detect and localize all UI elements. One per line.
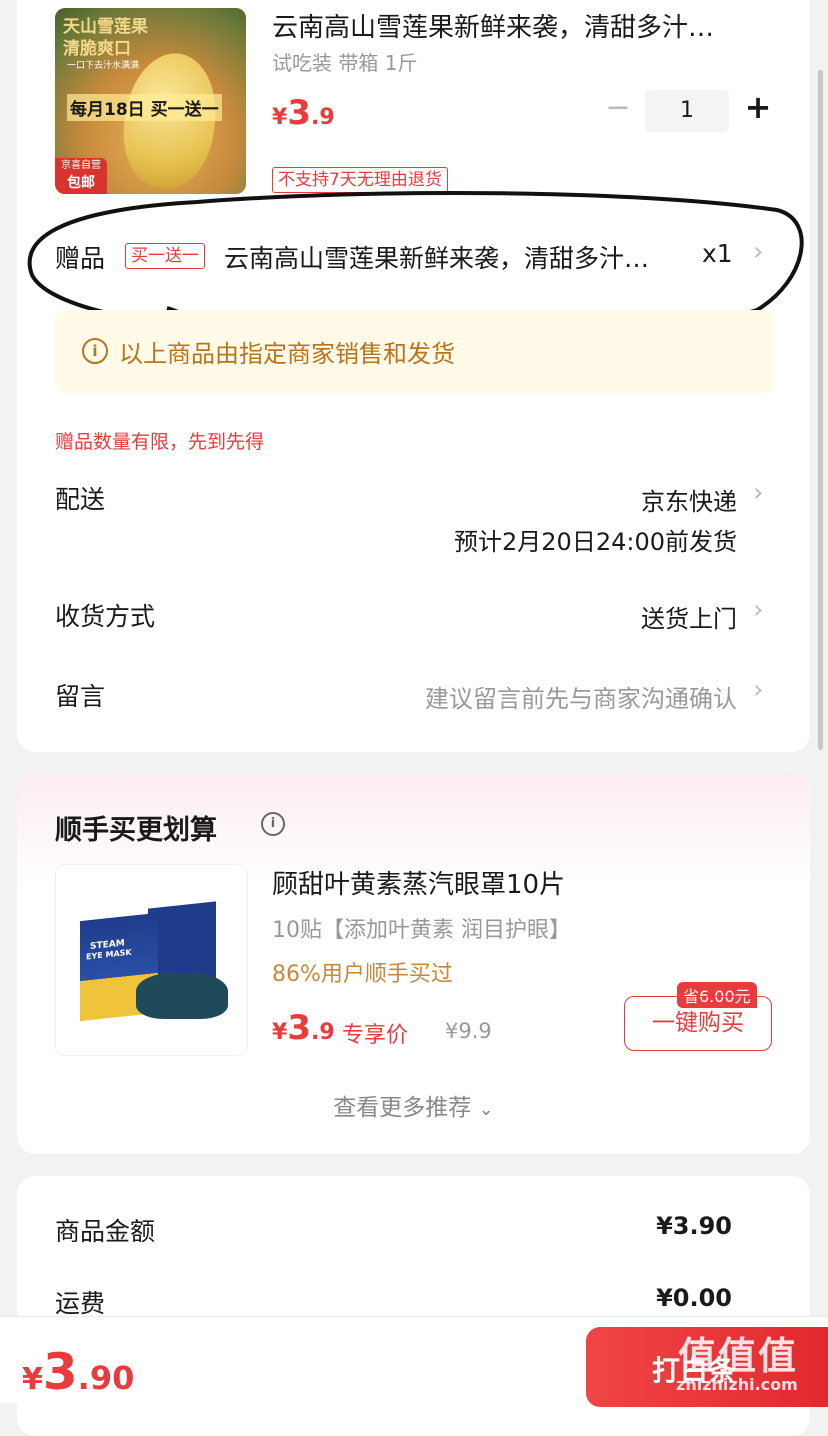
thumb-subheadline: 清脆爽口: [63, 39, 131, 59]
recommend-item-title[interactable]: 顾甜叶黄素蒸汽眼罩10片: [272, 864, 565, 901]
message-input[interactable]: 建议留言前先与商家沟通确认: [425, 679, 737, 714]
info-icon[interactable]: i: [261, 812, 285, 836]
receive-method-label: 收货方式: [55, 602, 156, 631]
recommend-original-price: ¥9.9: [445, 1019, 492, 1043]
recommend-title: 顺手买更划算: [55, 815, 217, 846]
view-more-recommend[interactable]: 查看更多推荐 ⌄: [17, 1088, 810, 1122]
delivery-label: 配送: [55, 485, 106, 514]
watermark-site: zhizhizhi.com: [676, 1375, 798, 1394]
chevron-right-icon: ›: [753, 595, 764, 625]
chevron-right-icon: ›: [753, 478, 764, 508]
info-icon: i: [82, 338, 108, 364]
recommendation-card: 顺手买更划算 i STEAM EYE MASK 顾甜叶黄素蒸汽眼罩10片 10贴…: [17, 774, 810, 1154]
goods-amount-label: 商品金额: [55, 1217, 156, 1246]
scrollbar[interactable]: [818, 70, 823, 750]
merchant-notice: i 以上商品由指定商家销售和发货: [55, 310, 773, 393]
recommend-item-price: ¥3.9: [272, 1008, 335, 1048]
chevron-down-icon: ⌄: [478, 1099, 494, 1120]
gift-limit-text: 赠品数量有限，先到先得: [55, 431, 265, 453]
recommend-exclusive-label: 专享价: [342, 1023, 409, 1048]
checkout-bar: ¥3.90 打白条 值值值 zhizhizhi.com: [0, 1316, 828, 1407]
recommend-item-social: 86%用户顺手买过: [272, 962, 453, 987]
delivery-eta: 预计2月20日24:00前发货: [454, 528, 737, 556]
product-thumbnail[interactable]: 天山雪莲果 清脆爽口 一口下去汁水满满 每月18日 买一送一 京喜自营 包邮: [55, 8, 246, 194]
eye-mask-shape: [136, 973, 228, 1019]
thumb-banner: 每月18日 买一送一: [67, 94, 222, 121]
total-int: 3: [42, 1343, 78, 1401]
product-spec[interactable]: 试吃装 带箱 1斤: [272, 47, 417, 76]
shipping-fee-label: 运费: [55, 1289, 106, 1318]
product-title[interactable]: 云南高山雪莲果新鲜来袭，清甜多汁…: [272, 7, 714, 44]
thumb-small-text: 一口下去汁水满满: [67, 61, 140, 71]
order-items-card: 天山雪莲果 清脆爽口 一口下去汁水满满 每月18日 买一送一 京喜自营 包邮 云…: [17, 0, 810, 752]
thumb-badge-top: 京喜自营: [61, 160, 101, 171]
total-currency: ¥: [22, 1362, 43, 1397]
watermark-logo: 值值值: [678, 1334, 799, 1378]
recommend-thumbnail[interactable]: STEAM EYE MASK: [55, 864, 248, 1056]
quantity-plus-button[interactable]: +: [741, 88, 775, 126]
message-row[interactable]: 留言 建议留言前先与商家沟通确认 ›: [17, 675, 810, 717]
delivery-method: 京东快递: [641, 488, 737, 516]
shipping-fee-value: ¥0.00: [656, 1284, 732, 1312]
product-price: ¥3.9: [272, 93, 335, 133]
chevron-right-icon: ›: [753, 675, 764, 705]
quantity-minus-button[interactable]: −: [603, 90, 633, 125]
total-price: ¥3.90: [22, 1343, 134, 1401]
recommend-item-desc: 10贴【添加叶黄素 润目护眼】: [272, 918, 571, 943]
delivery-row[interactable]: 配送 京东快递 › 预计2月20日24:00前发货: [17, 478, 810, 560]
one-click-buy-button[interactable]: 一键购买: [624, 996, 772, 1051]
view-more-text: 查看更多推荐: [333, 1095, 472, 1121]
quantity-input[interactable]: 1: [645, 90, 729, 132]
receive-method-value: 送货上门: [641, 605, 737, 633]
receive-method-row[interactable]: 收货方式 送货上门 ›: [17, 595, 810, 637]
goods-amount-value: ¥3.90: [656, 1212, 732, 1240]
merchant-notice-text: 以上商品由指定商家销售和发货: [119, 340, 455, 368]
total-dec: .90: [77, 1359, 135, 1397]
message-label: 留言: [55, 682, 106, 711]
